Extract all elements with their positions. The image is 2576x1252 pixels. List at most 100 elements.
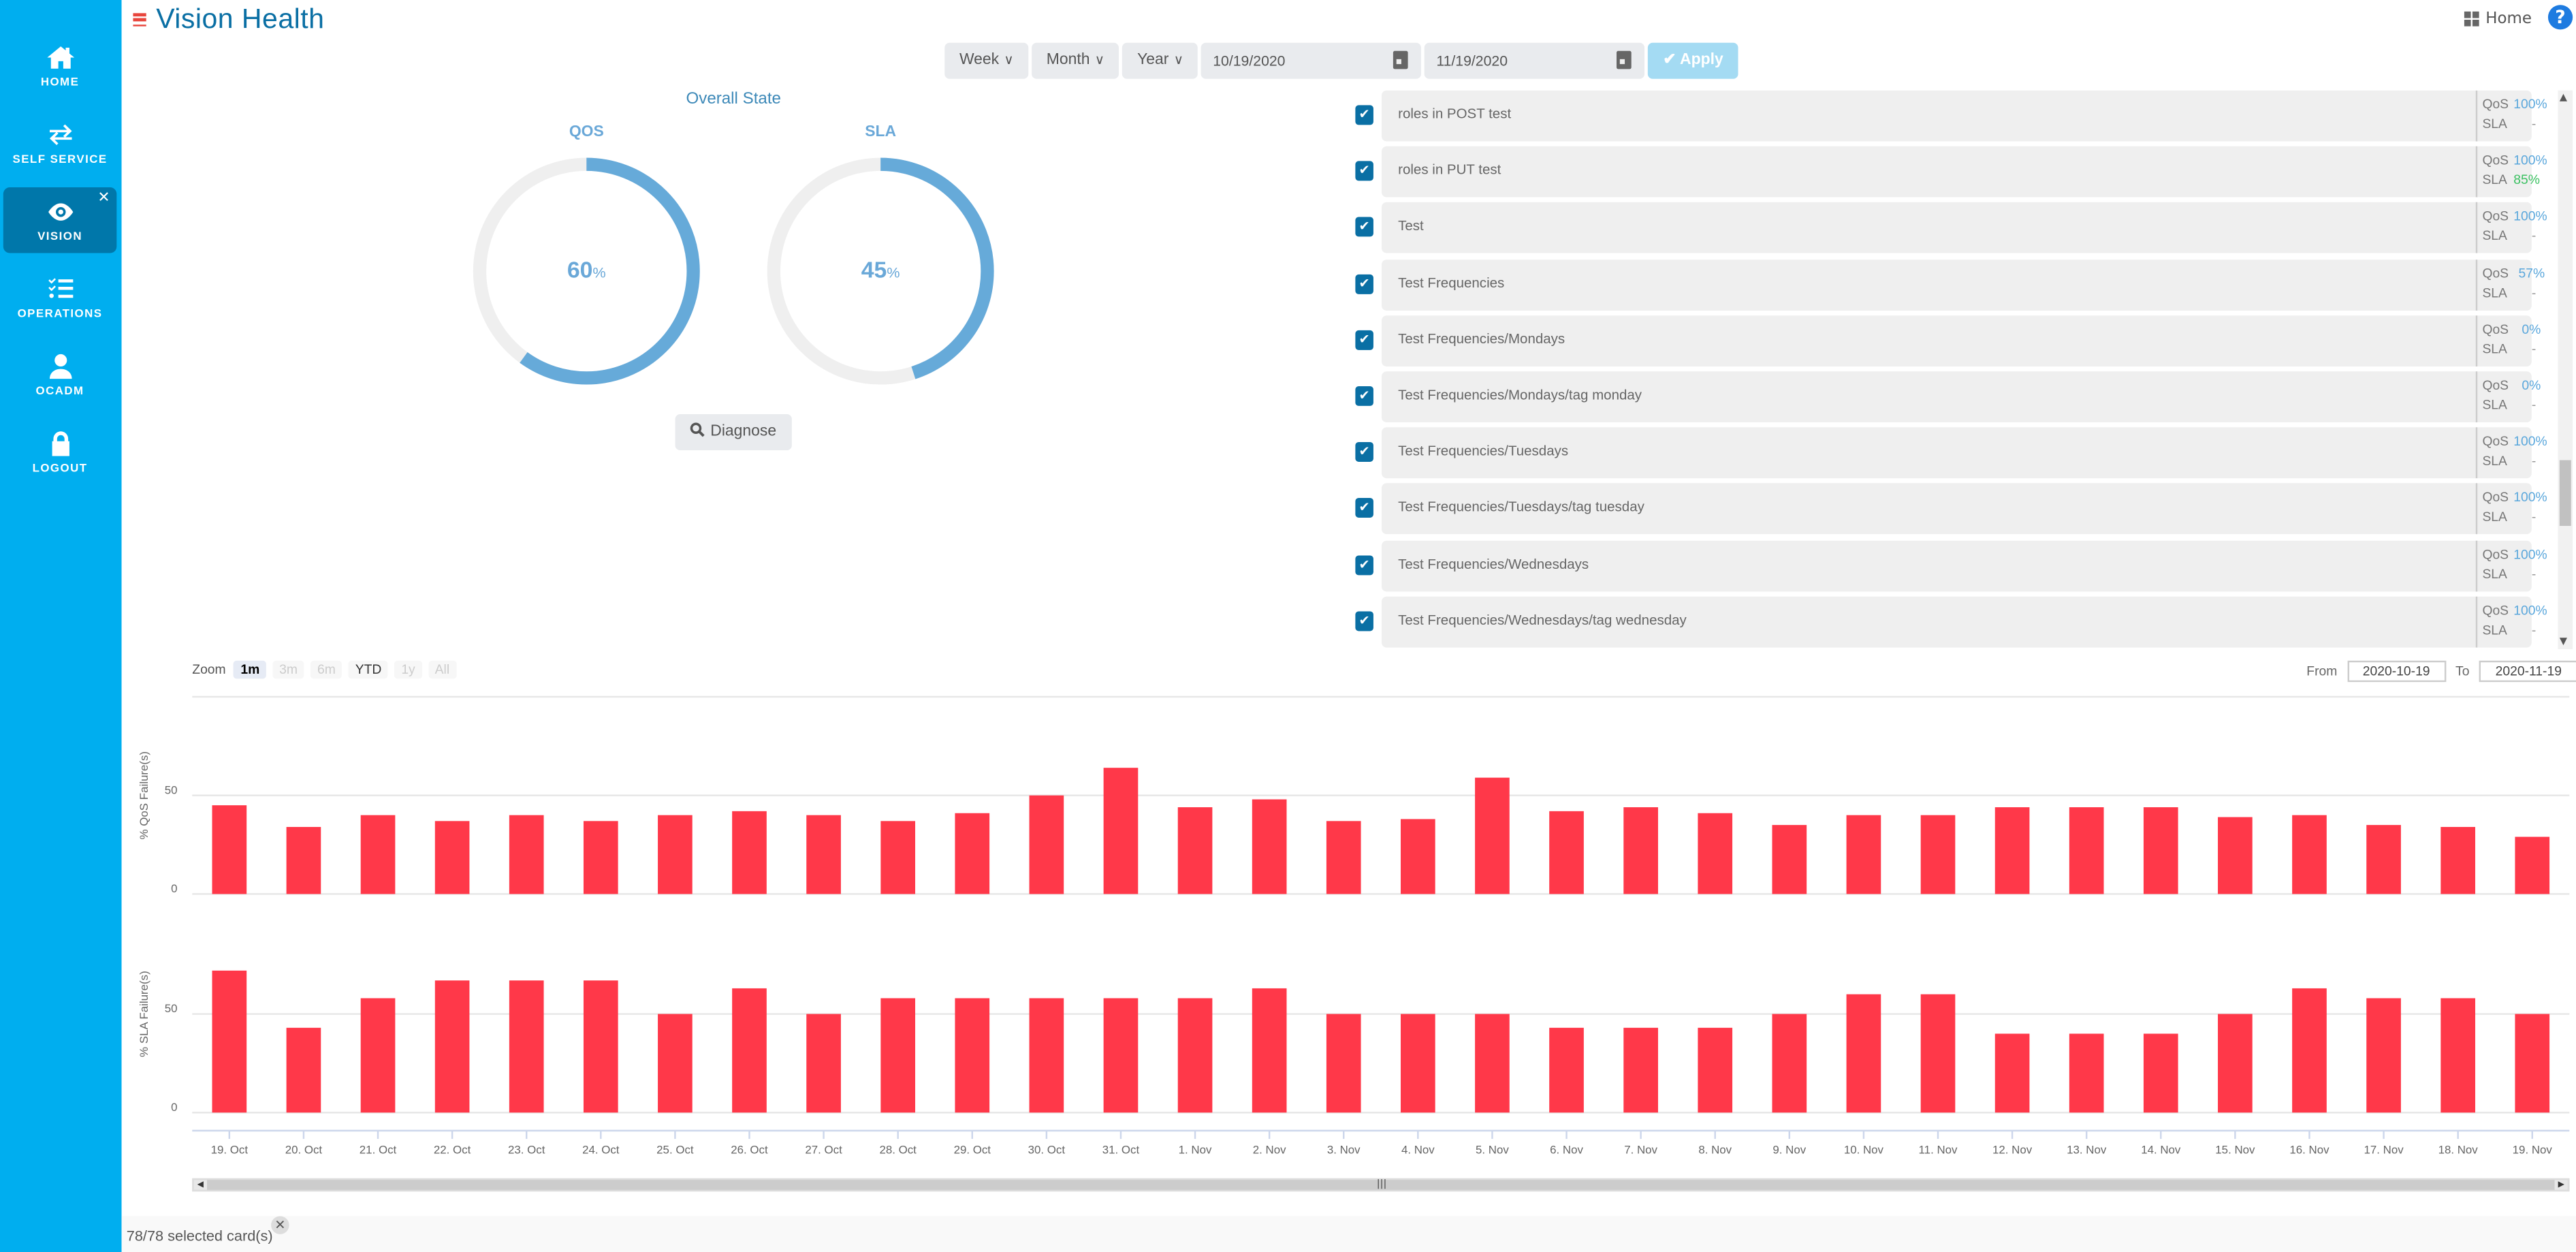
bar[interactable] (286, 1027, 321, 1113)
bar[interactable] (2143, 1033, 2178, 1113)
scroll-left-icon[interactable]: ◀ (193, 1180, 207, 1190)
bar[interactable] (732, 811, 767, 894)
bar[interactable] (880, 998, 916, 1113)
x-axis: 19. Oct 20. Oct 21. Oct 22. Oct 23. Oct 24. O… (192, 1129, 2570, 1157)
bar[interactable] (1920, 994, 1956, 1113)
x-tick-label: 27. Oct (805, 1144, 842, 1157)
y-axis-label: % QoS Failure(s) (138, 751, 150, 839)
scrollbar-grip-icon[interactable]: ||| (1377, 1179, 1387, 1189)
bar[interactable] (2292, 988, 2327, 1113)
x-tick-label: 12. Nov (1992, 1144, 2033, 1157)
bar[interactable] (1475, 777, 1510, 894)
bar[interactable] (1029, 795, 1064, 894)
bar[interactable] (2143, 807, 2178, 894)
x-tick-label: 21. Oct (360, 1144, 397, 1157)
bar[interactable] (955, 813, 990, 894)
bar[interactable] (1252, 799, 1287, 894)
bar[interactable] (434, 821, 470, 894)
x-tick-label: 19. Nov (2513, 1144, 2553, 1157)
bar[interactable] (1103, 768, 1139, 894)
bar[interactable] (360, 815, 396, 894)
navigator-scrollbar[interactable]: ◀ ||| ▶ (192, 1178, 2570, 1192)
bar[interactable] (286, 827, 321, 894)
bar[interactable] (2292, 815, 2327, 894)
bar[interactable] (1326, 1014, 1361, 1113)
bar[interactable] (2440, 827, 2475, 894)
bar[interactable] (2515, 836, 2550, 894)
bar[interactable] (806, 815, 841, 894)
bar[interactable] (1177, 998, 1213, 1113)
x-tick-label: 1. Nov (1179, 1144, 1212, 1157)
bar[interactable] (1103, 998, 1139, 1113)
x-tick-label: 14. Nov (2141, 1144, 2181, 1157)
x-tick-label: 22. Oct (434, 1144, 471, 1157)
chart-pane-qos: 0 50 % QoS Failure(s) (138, 751, 2570, 895)
bar[interactable] (509, 815, 544, 894)
x-tick-label: 6. Nov (1550, 1144, 1583, 1157)
bar[interactable] (1029, 998, 1064, 1113)
x-tick-label: 7. Nov (1624, 1144, 1657, 1157)
bar[interactable] (1177, 807, 1213, 894)
bar[interactable] (1252, 988, 1287, 1113)
bar[interactable] (2069, 807, 2104, 894)
bar[interactable] (732, 988, 767, 1113)
bar[interactable] (1772, 825, 1807, 894)
bar[interactable] (1475, 1014, 1510, 1113)
bar[interactable] (1623, 1027, 1658, 1113)
x-tick-label: 20. Oct (285, 1144, 323, 1157)
bar[interactable] (1623, 807, 1658, 894)
bar[interactable] (1994, 807, 2030, 894)
x-tick-label: 15. Nov (2215, 1144, 2255, 1157)
bar[interactable] (2366, 825, 2401, 894)
bar[interactable] (2218, 1014, 2253, 1113)
x-tick-label: 8. Nov (1698, 1144, 1732, 1157)
chart-pane-sla: 0 50 % SLA Failure(s) (138, 970, 2570, 1114)
x-tick-label: 16. Nov (2289, 1144, 2329, 1157)
bar[interactable] (212, 970, 247, 1113)
x-tick-label: 18. Nov (2438, 1144, 2479, 1157)
bar[interactable] (1698, 813, 1733, 894)
x-tick-label: 29. Oct (954, 1144, 991, 1157)
x-tick-label: 4. Nov (1401, 1144, 1435, 1157)
bar[interactable] (1920, 815, 1956, 894)
bar[interactable] (1401, 819, 1435, 894)
x-tick-label: 30. Oct (1028, 1144, 1066, 1157)
bar[interactable] (1846, 815, 1881, 894)
bar[interactable] (2218, 817, 2253, 894)
bar[interactable] (1549, 811, 1584, 894)
bar[interactable] (360, 998, 396, 1113)
bar[interactable] (2069, 1033, 2104, 1113)
bar[interactable] (2515, 1014, 2550, 1113)
bar[interactable] (1326, 821, 1361, 894)
bar[interactable] (658, 1014, 693, 1113)
y-tick-label: 50 (165, 783, 178, 796)
x-tick-label: 24. Oct (582, 1144, 620, 1157)
bar[interactable] (583, 821, 618, 894)
selected-cards-count: 78/78 selected card(s) (126, 1227, 273, 1245)
bar[interactable] (1401, 1014, 1435, 1113)
bar[interactable] (1772, 1014, 1807, 1113)
scroll-right-icon[interactable]: ▶ (2554, 1180, 2568, 1190)
bar[interactable] (880, 821, 916, 894)
bar[interactable] (1698, 1027, 1733, 1113)
bar[interactable] (1846, 994, 1881, 1113)
bar[interactable] (2366, 998, 2401, 1113)
x-tick-label: 3. Nov (1327, 1144, 1361, 1157)
bar[interactable] (658, 815, 693, 894)
clear-selection-icon[interactable]: ✕ (271, 1216, 289, 1234)
x-tick-label: 13. Nov (2067, 1144, 2107, 1157)
x-tick-label: 5. Nov (1476, 1144, 1509, 1157)
bar[interactable] (212, 805, 247, 894)
x-tick-label: 11. Nov (1919, 1144, 1958, 1157)
bar[interactable] (1994, 1033, 2030, 1113)
bar[interactable] (434, 980, 470, 1113)
x-tick-label: 31. Oct (1102, 1144, 1140, 1157)
bar[interactable] (806, 1014, 841, 1113)
app-root: HOME SELF SERVICE ✕ VISION OPERATIONS OC… (0, 0, 2576, 1252)
status-bar: 78/78 selected card(s) ✕ (121, 1216, 2576, 1252)
bar[interactable] (583, 980, 618, 1113)
bar[interactable] (955, 998, 990, 1113)
bar[interactable] (1549, 1027, 1584, 1113)
bar[interactable] (509, 980, 544, 1113)
bar[interactable] (2440, 998, 2475, 1113)
